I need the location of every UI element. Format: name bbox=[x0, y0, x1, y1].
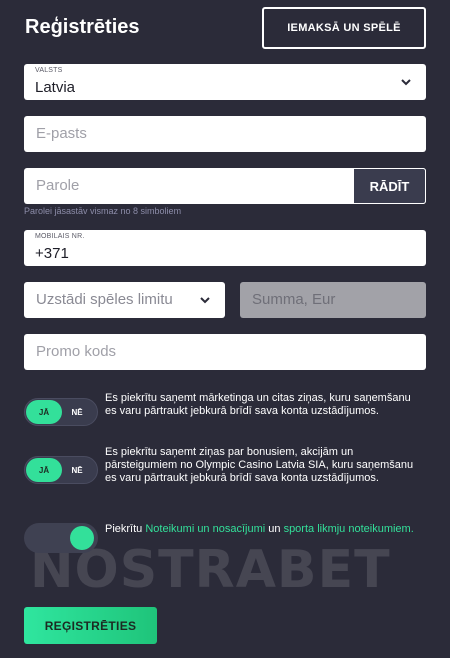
terms-suffix: . bbox=[410, 523, 414, 535]
promo-code-field[interactable]: Promo kods bbox=[24, 334, 426, 370]
terms-prefix: Piekrītu bbox=[105, 523, 146, 535]
terms-text: Piekrītu Noteikumi un nosacījumi un spor… bbox=[105, 519, 415, 540]
amount-field[interactable]: Summa, Eur bbox=[240, 282, 426, 318]
sports-rules-link[interactable]: sporta likmju noteikumiem bbox=[284, 523, 411, 535]
chevron-down-icon bbox=[401, 79, 411, 86]
promo-placeholder: Promo kods bbox=[36, 343, 117, 360]
limit-select[interactable]: Uzstādi spēles limitu bbox=[24, 282, 225, 318]
page-title: Reģistrēties bbox=[25, 16, 140, 38]
country-value: Latvia bbox=[35, 79, 76, 96]
terms-link[interactable]: Noteikumi un nosacījumi bbox=[145, 523, 265, 535]
register-button[interactable]: REĢISTRĒTIES bbox=[24, 607, 157, 644]
password-placeholder: Parole bbox=[36, 177, 80, 194]
toggle-knob bbox=[70, 526, 94, 550]
country-select[interactable]: VALSTS Latvia bbox=[24, 64, 426, 100]
marketing-consent-toggle[interactable]: JĀ NĒ bbox=[24, 398, 98, 426]
toggle-no[interactable]: NĒ bbox=[61, 458, 93, 482]
toggle-yes[interactable]: JĀ bbox=[26, 458, 62, 482]
bonus-consent-text: Es piekrītu saņemt ziņas par bonusiem, a… bbox=[105, 446, 414, 484]
email-placeholder: E-pasts bbox=[36, 125, 87, 142]
country-label: VALSTS bbox=[35, 67, 63, 74]
toggle-no[interactable]: NĒ bbox=[61, 400, 93, 424]
chevron-down-icon bbox=[200, 297, 210, 304]
deposit-and-play-button[interactable]: IEMAKSĀ UN SPĒLĒ bbox=[262, 7, 426, 49]
bonus-consent-toggle[interactable]: JĀ NĒ bbox=[24, 456, 98, 484]
phone-field[interactable]: MOBILAIS NR. +371 bbox=[24, 230, 426, 266]
terms-toggle[interactable] bbox=[24, 523, 98, 553]
show-password-button[interactable]: RĀDĪT bbox=[353, 168, 426, 204]
email-field[interactable]: E-pasts bbox=[24, 116, 426, 152]
amount-placeholder: Summa, Eur bbox=[252, 291, 336, 308]
terms-middle: un bbox=[265, 523, 284, 535]
toggle-yes[interactable]: JĀ bbox=[26, 400, 62, 424]
phone-label: MOBILAIS NR. bbox=[35, 233, 85, 240]
marketing-consent-text: Es piekrītu saņemt mārketinga un citas z… bbox=[105, 392, 411, 417]
phone-value: +371 bbox=[35, 245, 69, 262]
password-field[interactable]: Parole RĀDĪT bbox=[24, 168, 426, 204]
limit-placeholder: Uzstādi spēles limitu bbox=[36, 291, 173, 308]
password-hint: Parolei jāsastāv vismaz no 8 simboliem bbox=[24, 206, 182, 216]
